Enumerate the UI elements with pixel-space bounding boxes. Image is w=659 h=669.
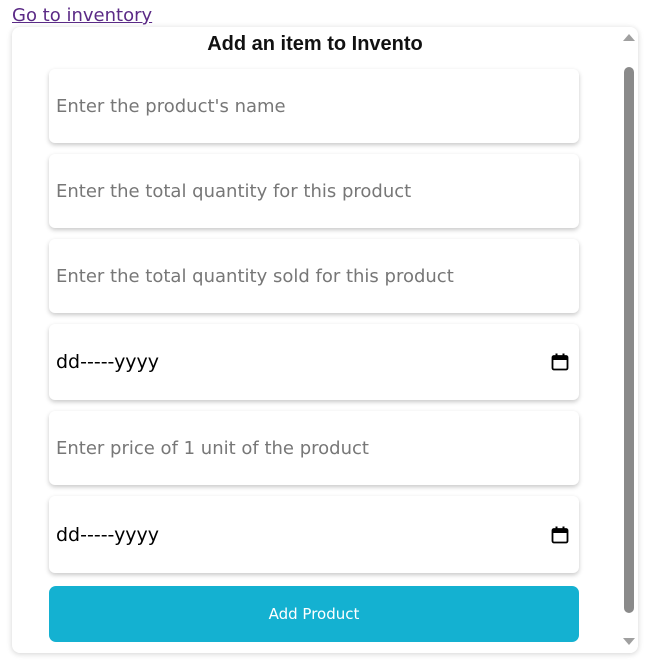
quantity-sold-placeholder: Enter the total quantity sold for this p… (56, 265, 454, 287)
total-quantity-placeholder: Enter the total quantity for this produc… (56, 180, 412, 202)
vertical-scrollbar[interactable] (620, 27, 638, 653)
date-input-1[interactable]: dd-----yyyy (49, 324, 579, 400)
unit-price-input[interactable]: Enter price of 1 unit of the product (49, 411, 579, 485)
date-input-2-value: dd-----yyyy (56, 523, 160, 546)
date-input-2[interactable]: dd-----yyyy (49, 496, 579, 573)
scroll-down-arrow-icon[interactable] (623, 638, 635, 645)
form-title: Add an item to Invento (207, 33, 423, 55)
unit-price-placeholder: Enter price of 1 unit of the product (56, 437, 369, 459)
date-input-1-value: dd-----yyyy (56, 351, 160, 373)
product-name-input[interactable]: Enter the product's name (49, 69, 579, 143)
quantity-sold-input[interactable]: Enter the total quantity sold for this p… (49, 239, 579, 313)
go-to-inventory-link[interactable]: Go to inventory (12, 5, 152, 26)
product-name-placeholder: Enter the product's name (56, 95, 286, 117)
scroll-thumb[interactable] (624, 67, 634, 613)
scroll-up-arrow-icon[interactable] (623, 34, 635, 41)
calendar-icon[interactable] (551, 353, 569, 371)
calendar-icon[interactable] (551, 526, 569, 544)
add-product-button[interactable]: Add Product (49, 586, 579, 642)
add-item-form-card: Add an item to Invento Enter the product… (12, 27, 638, 653)
total-quantity-input[interactable]: Enter the total quantity for this produc… (49, 154, 579, 228)
